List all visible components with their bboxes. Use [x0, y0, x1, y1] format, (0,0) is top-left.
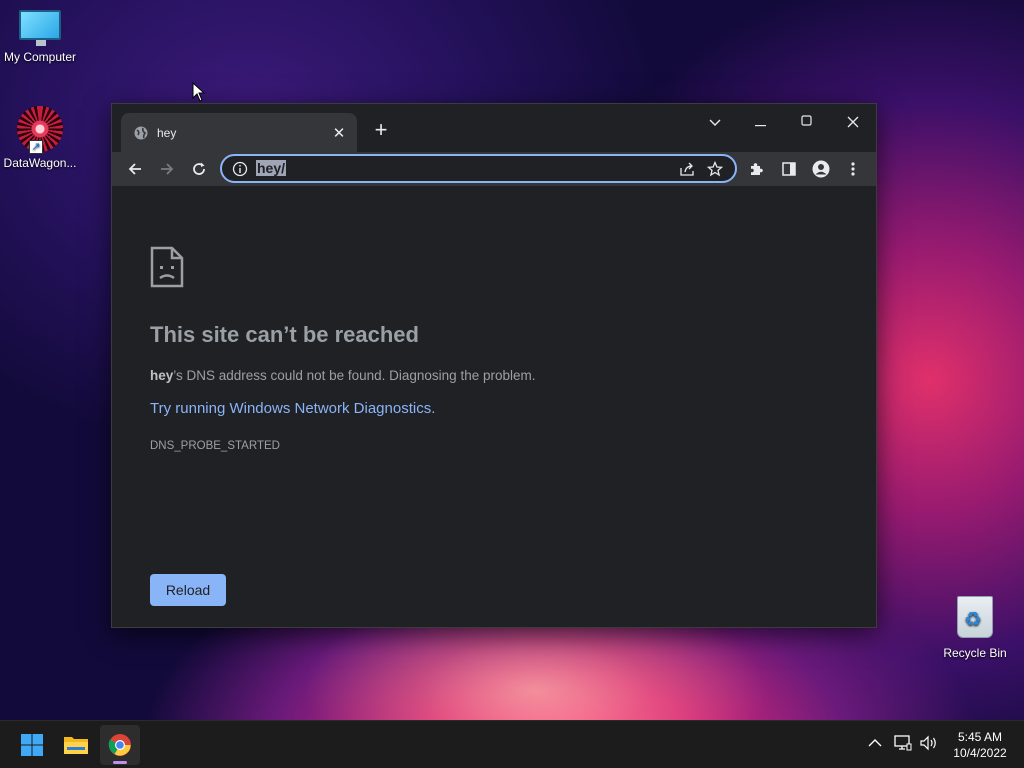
file-explorer-button[interactable]: [56, 725, 96, 765]
show-hidden-icons-button[interactable]: [868, 735, 882, 751]
extensions-button[interactable]: [742, 154, 772, 184]
windows-logo-icon: [21, 734, 43, 756]
share-button[interactable]: [673, 157, 701, 181]
page-content: This site can’t be reached hey’s DNS add…: [112, 186, 876, 627]
error-description-text: ’s DNS address could not be found. Diagn…: [173, 368, 536, 383]
toolbar: hey/: [112, 152, 876, 186]
address-input[interactable]: hey/: [256, 159, 287, 176]
reload-button[interactable]: Reload: [150, 574, 226, 606]
maximize-icon: [801, 115, 812, 126]
title-bar[interactable]: hey ✕ +: [112, 104, 876, 152]
tab-close-icon[interactable]: ✕: [329, 124, 349, 142]
reload-icon: [193, 162, 205, 175]
chrome-icon: [108, 734, 131, 756]
clock[interactable]: 5:45 AM 10/4/2022: [944, 729, 1016, 761]
error-title: This site can’t be reached: [150, 322, 419, 347]
desktop-icon-label: Recycle Bin: [943, 646, 1007, 660]
sad-page-icon: [150, 246, 184, 288]
maximize-button[interactable]: [784, 108, 830, 136]
globe-icon: [134, 126, 148, 139]
mouse-cursor-icon: [192, 82, 206, 102]
chrome-taskbar-button[interactable]: [100, 725, 140, 765]
chevron-up-icon: [868, 739, 882, 747]
error-description: hey’s DNS address could not be found. Di…: [150, 368, 536, 383]
close-icon: [847, 116, 859, 128]
bookmark-button[interactable]: [701, 157, 729, 181]
taskbar: 5:45 AM 10/4/2022: [0, 720, 1024, 768]
address-bar[interactable]: hey/: [220, 154, 737, 183]
error-code: DNS_PROBE_STARTED: [150, 440, 280, 452]
recycle-bin-icon: ♻: [957, 596, 993, 638]
close-button[interactable]: [830, 108, 876, 136]
desktop-icon-recycle-bin[interactable]: ♻ Recycle Bin: [935, 596, 1015, 660]
back-button[interactable]: [120, 154, 150, 184]
menu-button[interactable]: [838, 154, 868, 184]
side-panel-icon: [782, 162, 796, 176]
arrow-left-icon: [128, 163, 141, 175]
chevron-down-icon: [709, 119, 721, 126]
desktop-icon-datawagon[interactable]: ↗ DataWagon...: [0, 106, 80, 170]
shortcut-arrow-icon: ↗: [29, 140, 43, 154]
tab-title: hey: [157, 125, 177, 140]
forward-button[interactable]: [152, 154, 182, 184]
minimize-icon: [755, 125, 766, 127]
speaker-icon: [920, 735, 936, 751]
new-tab-button[interactable]: +: [368, 118, 394, 144]
desktop-icon-label: My Computer: [3, 50, 77, 64]
info-icon[interactable]: [232, 161, 248, 177]
desktop-icon-label: DataWagon...: [3, 156, 77, 170]
computer-icon: [19, 10, 61, 46]
more-vertical-icon: [851, 162, 855, 176]
profile-button[interactable]: [806, 154, 836, 184]
datawagon-icon: ↗: [17, 106, 63, 154]
minimize-button[interactable]: [738, 108, 784, 136]
volume-button[interactable]: [920, 735, 938, 754]
arrow-right-icon: [161, 163, 174, 175]
tab-search-button[interactable]: [692, 108, 738, 136]
side-panel-button[interactable]: [774, 154, 804, 184]
network-icon: [894, 735, 912, 751]
tab-hey[interactable]: hey ✕: [121, 113, 357, 152]
puzzle-icon: [751, 163, 763, 175]
star-icon: [707, 160, 723, 176]
reload-toolbar-button[interactable]: [184, 154, 214, 184]
browser-window: hey ✕ + hey/ This site can’t be reached …: [111, 103, 877, 628]
network-button[interactable]: [894, 735, 912, 754]
profile-icon: [812, 160, 830, 178]
share-icon: [680, 162, 694, 176]
desktop-icon-my-computer[interactable]: My Computer: [0, 10, 80, 64]
start-button[interactable]: [12, 725, 52, 765]
error-host: hey: [150, 368, 174, 383]
clock-date: 10/4/2022: [953, 746, 1007, 760]
network-diagnostics-link[interactable]: Try running Windows Network Diagnostics.: [150, 400, 435, 417]
folder-icon: [64, 737, 88, 754]
clock-time: 5:45 AM: [957, 730, 1003, 744]
